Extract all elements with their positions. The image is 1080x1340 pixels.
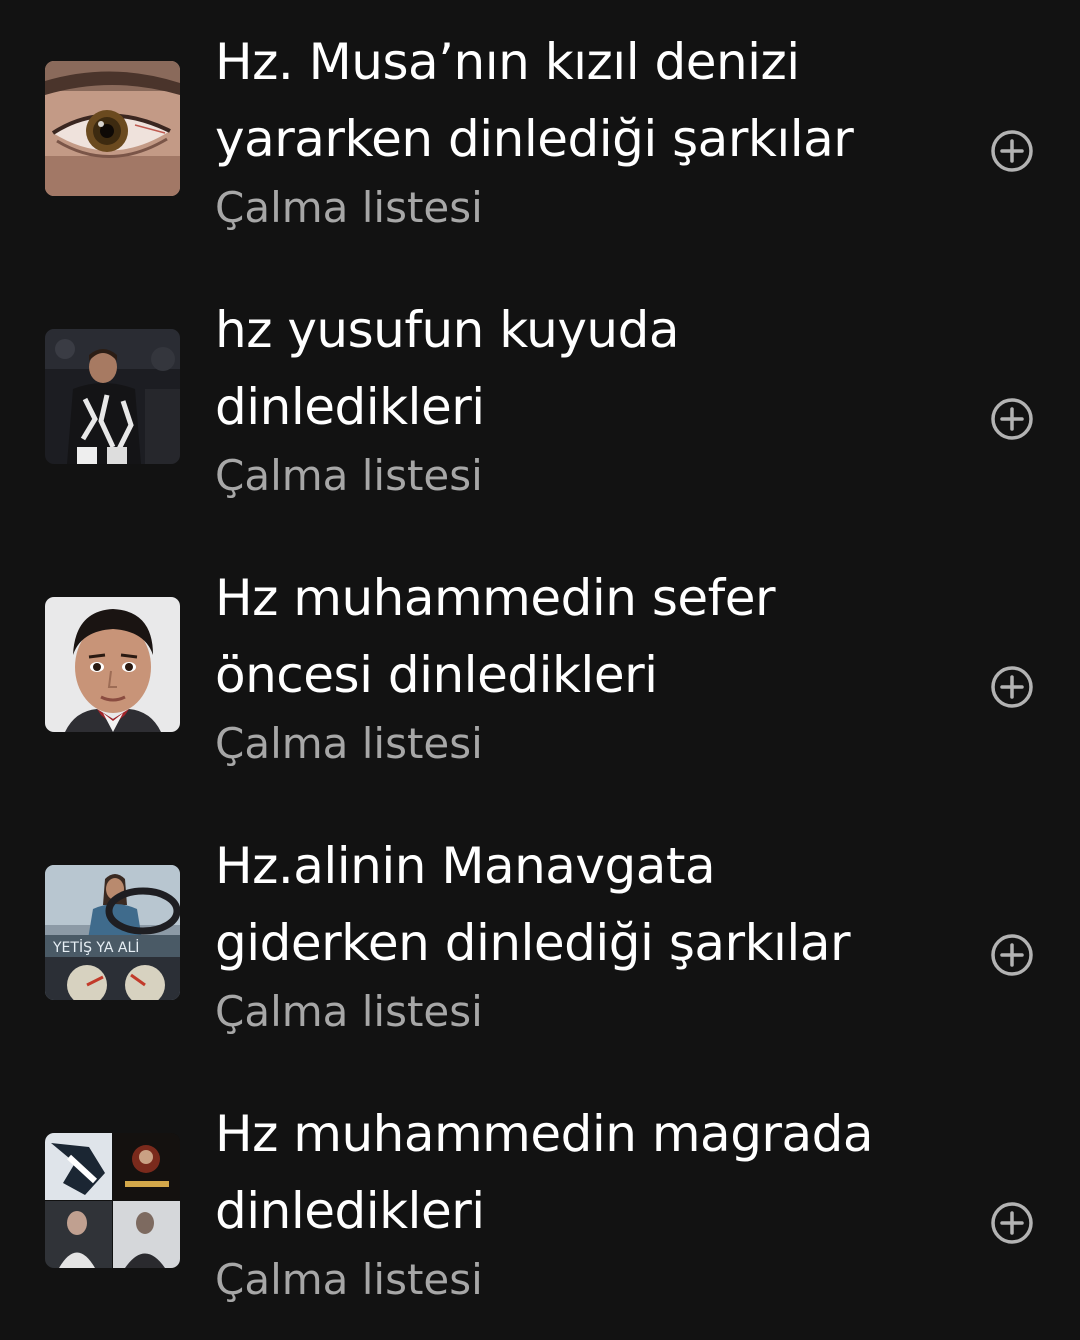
playlist-title-line: yararken dinlediği şarkılar — [215, 110, 854, 168]
cover-caption: YETİŞ YA ALİ — [52, 938, 139, 956]
add-circle-icon — [991, 130, 1033, 172]
playlist-list: Hz. Musa’nın kızıl denizi yararken dinle… — [0, 0, 1080, 1334]
playlist-title-line: dinledikleri — [215, 1182, 485, 1240]
playlist-type-label: Çalma listesi — [215, 451, 483, 500]
playlist-title-line: Hz muhammedin magrada — [215, 1105, 874, 1163]
add-circle-icon — [991, 1202, 1033, 1244]
add-circle-icon — [991, 666, 1033, 708]
playlist-title-line: Hz.alinin Manavgata — [215, 837, 716, 895]
playlist-title[interactable]: hz yusufun kuyuda dinledikleri — [215, 292, 935, 446]
playlist-cover-image — [45, 1133, 180, 1268]
playlist-title-line: dinledikleri — [215, 378, 485, 436]
playlist-row[interactable]: Hz muhammedin sefer öncesi dinledikleri … — [0, 536, 1080, 804]
playlist-row[interactable]: Hz muhammedin magrada dinledikleri Çalma… — [0, 1072, 1080, 1340]
playlist-title[interactable]: Hz muhammedin sefer öncesi dinledikleri — [215, 560, 935, 714]
add-playlist-button[interactable] — [990, 1201, 1034, 1245]
add-playlist-button[interactable] — [990, 665, 1034, 709]
add-playlist-button[interactable] — [990, 129, 1034, 173]
add-playlist-button[interactable] — [990, 933, 1034, 977]
playlist-type-label: Çalma listesi — [215, 1255, 483, 1304]
add-playlist-button[interactable] — [990, 397, 1034, 441]
playlist-title[interactable]: Hz. Musa’nın kızıl denizi yararken dinle… — [215, 24, 935, 178]
driver-car-cover: YETİŞ YA ALİ — [45, 865, 180, 1000]
playlist-cover-image — [45, 597, 180, 732]
add-circle-icon — [991, 934, 1033, 976]
playlist-cover-image: YETİŞ YA ALİ — [45, 865, 180, 1000]
playlist-row[interactable]: Hz. Musa’nın kızıl denizi yararken dinle… — [0, 0, 1080, 268]
playlist-type-label: Çalma listesi — [215, 987, 483, 1036]
playlist-cover-image — [45, 329, 180, 464]
playlist-title-line: Hz muhammedin sefer — [215, 569, 776, 627]
boy-portrait-cover — [45, 597, 180, 732]
playlist-title[interactable]: Hz muhammedin magrada dinledikleri — [215, 1096, 935, 1250]
playlist-row[interactable]: hz yusufun kuyuda dinledikleri Çalma lis… — [0, 268, 1080, 536]
playlist-title-line: Hz. Musa’nın kızıl denizi — [215, 33, 800, 91]
playlist-row[interactable]: YETİŞ YA ALİ Hz.alinin Manavgata giderke… — [0, 804, 1080, 1072]
playlist-cover-image — [45, 61, 180, 196]
photo-collage-cover — [45, 1133, 180, 1268]
playlist-title-line: öncesi dinledikleri — [215, 646, 658, 704]
eye-closeup-cover — [45, 61, 180, 196]
playlist-type-label: Çalma listesi — [215, 183, 483, 232]
add-circle-icon — [991, 398, 1033, 440]
boy-in-jacket-cover — [45, 329, 180, 464]
playlist-title-line: giderken dinlediği şarkılar — [215, 914, 851, 972]
playlist-title-line: hz yusufun kuyuda — [215, 301, 680, 359]
playlist-type-label: Çalma listesi — [215, 719, 483, 768]
playlist-title[interactable]: Hz.alinin Manavgata giderken dinlediği ş… — [215, 828, 935, 982]
